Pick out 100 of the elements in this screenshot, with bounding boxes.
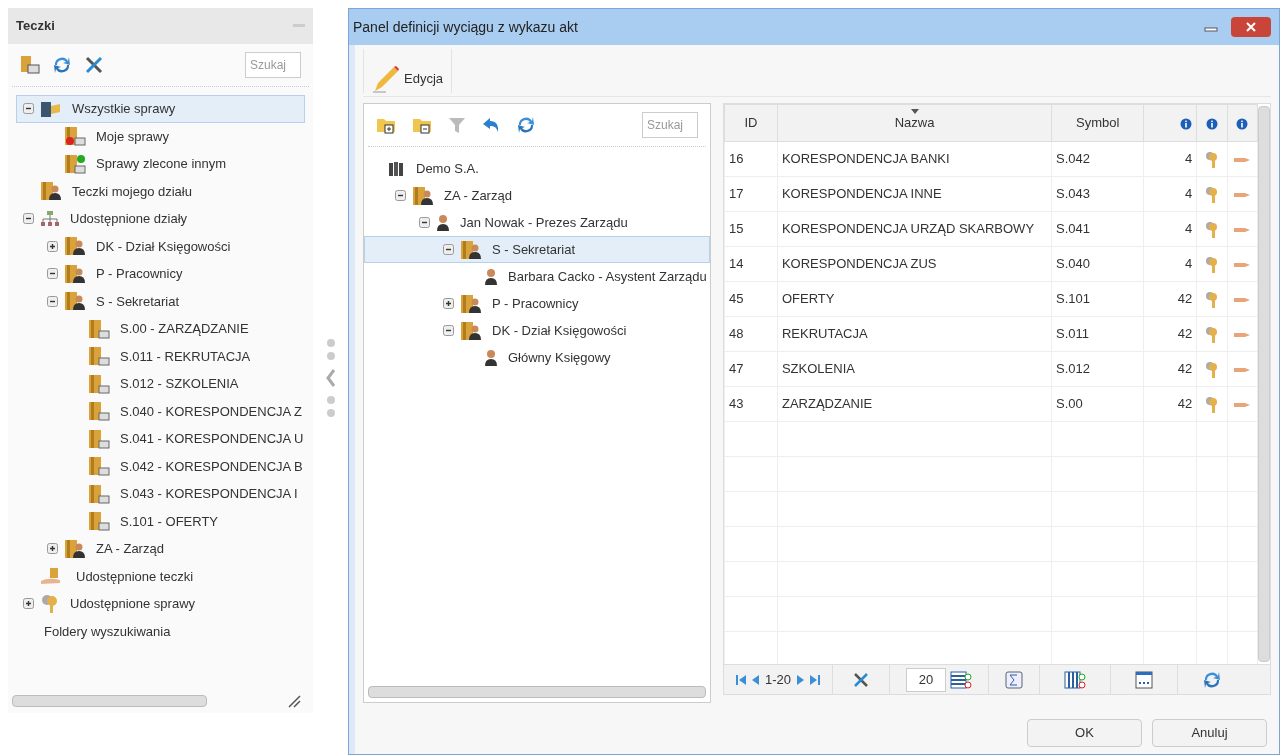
edit-button[interactable]: Edycja [363,48,453,93]
scrollbar[interactable] [1258,106,1270,662]
scrollbar[interactable] [12,695,207,707]
tree-item[interactable]: S.041 - KORESPONDENCJA U [16,425,305,453]
pointing-hand-icon[interactable] [1233,400,1252,409]
expand-icon[interactable] [47,240,58,252]
tools-icon[interactable] [853,671,870,688]
keys-icon[interactable] [1203,360,1220,379]
tree-item[interactable]: S - Sekretariat [16,287,305,315]
tree-item[interactable]: S.00 - ZARZĄDZANIE [16,315,305,343]
table-cell: 45 [724,281,778,317]
collapse-icon[interactable] [23,103,34,115]
folder-remove-icon[interactable] [412,116,432,134]
refresh-icon[interactable] [1202,669,1223,690]
tree-item[interactable]: Jan Nowak - Prezes Zarządu [364,209,710,236]
tree-item[interactable]: P - Pracownicy [364,290,710,317]
tree-item[interactable]: Wszystkie sprawy [16,95,305,123]
sum-icon[interactable] [1005,670,1024,689]
refresh-icon[interactable] [52,55,72,75]
tree-item[interactable]: Udostępnione teczki [16,562,305,590]
tools-icon[interactable] [84,55,104,75]
collapse-icon[interactable] [443,325,454,336]
hierarchy-icon [40,209,60,228]
tree-item[interactable]: DK - Dział Księgowości [364,317,710,344]
first-page-icon[interactable] [736,674,746,685]
folder-person-icon [64,291,86,312]
search-field[interactable]: Szukaj [642,112,698,138]
page-size-field[interactable]: 20 [906,667,947,692]
dialog-button[interactable]: Anuluj [1152,719,1267,747]
collapse-icon[interactable] [443,244,454,255]
pointing-hand-icon[interactable] [1233,260,1252,269]
tree-item[interactable]: P - Pracownicy [16,260,305,288]
tree-item[interactable]: Udostępnione sprawy [16,590,305,618]
table-cell: S.00 [1051,386,1144,422]
column-header[interactable] [1227,104,1258,142]
tree-item[interactable]: S.043 - KORESPONDENCJA I [16,480,305,508]
tree-item[interactable]: Główny Księgowy [364,344,710,371]
scrollbar[interactable] [368,686,706,698]
refresh-icon[interactable] [516,115,536,135]
keys-icon[interactable] [1203,290,1220,309]
table-icon[interactable] [1135,669,1154,690]
keys-icon[interactable] [1203,325,1220,344]
column-header[interactable]: ID [724,104,778,142]
tree-item[interactable]: S.040 - KORESPONDENCJA Z [16,397,305,425]
tree-item[interactable]: S.012 - SZKOLENIA [16,370,305,398]
search-field[interactable]: Szukaj [245,52,301,78]
column-header[interactable] [1143,104,1197,142]
resize-grip-icon[interactable] [287,694,301,708]
folder-icon [88,511,110,532]
folder-alert-icon [64,126,86,147]
tree-item[interactable]: S.101 - OFERTY [16,507,305,535]
previous-page-icon[interactable] [752,674,759,685]
expand-icon[interactable] [23,598,34,610]
rows-icon[interactable] [950,669,973,690]
last-page-icon[interactable] [810,674,821,685]
collapse-icon[interactable] [419,217,430,228]
expand-icon[interactable] [443,298,454,309]
pointing-hand-icon[interactable] [1233,225,1252,234]
dialog-button[interactable]: OK [1027,719,1142,747]
tree-item[interactable]: Teczki mojego działu [16,177,305,205]
expand-icon[interactable] [47,543,58,555]
keys-icon[interactable] [1203,220,1220,239]
column-header[interactable]: Symbol [1051,104,1144,142]
next-page-icon[interactable] [797,674,805,685]
close-button[interactable] [1231,17,1271,37]
keys-icon[interactable] [1203,395,1220,414]
tree-item[interactable]: Demo S.A. [364,155,710,182]
keys-icon[interactable] [1203,150,1220,169]
column-header[interactable] [1196,104,1228,142]
columns-icon[interactable] [1064,669,1087,690]
collapse-icon[interactable] [47,295,58,307]
tree-item[interactable]: ZA - Zarząd [364,182,710,209]
keys-icon[interactable] [1203,185,1220,204]
splitter-handle-icon[interactable] [325,337,336,418]
tree-item[interactable]: Barbara Cacko - Asystent Zarządu [364,263,710,290]
tree-item[interactable]: S.042 - KORESPONDENCJA B [16,452,305,480]
table-cell: 42 [1143,386,1197,422]
tree-item[interactable]: ZA - Zarząd [16,535,305,563]
folder-add-icon[interactable] [376,116,396,134]
tree-item[interactable]: Udostępnione działy [16,205,305,233]
tree-item[interactable]: Sprawy zlecone innym [16,150,305,178]
folder-icon[interactable] [20,55,40,75]
tree-item[interactable]: S - Sekretariat [364,236,710,263]
collapse-icon[interactable] [47,268,58,280]
keys-icon[interactable] [1203,255,1220,274]
tree-item[interactable]: Moje sprawy [16,122,305,150]
column-header[interactable]: Nazwa [777,104,1052,142]
pointing-hand-icon[interactable] [1233,155,1252,164]
collapse-icon[interactable] [395,190,406,201]
pointing-hand-icon[interactable] [1233,365,1252,374]
pointing-hand-icon[interactable] [1233,295,1252,304]
undo-icon[interactable] [482,116,500,134]
tree-item[interactable]: S.011 - REKRUTACJA [16,342,305,370]
collapse-icon[interactable] [23,213,34,225]
table-cell: S.011 [1051,316,1144,352]
tree-item[interactable]: DK - Dział Księgowości [16,232,305,260]
table-cell: 4 [1143,141,1197,177]
pointing-hand-icon[interactable] [1233,330,1252,339]
tree-item[interactable]: Foldery wyszukiwania [16,617,305,645]
pointing-hand-icon[interactable] [1233,190,1252,199]
